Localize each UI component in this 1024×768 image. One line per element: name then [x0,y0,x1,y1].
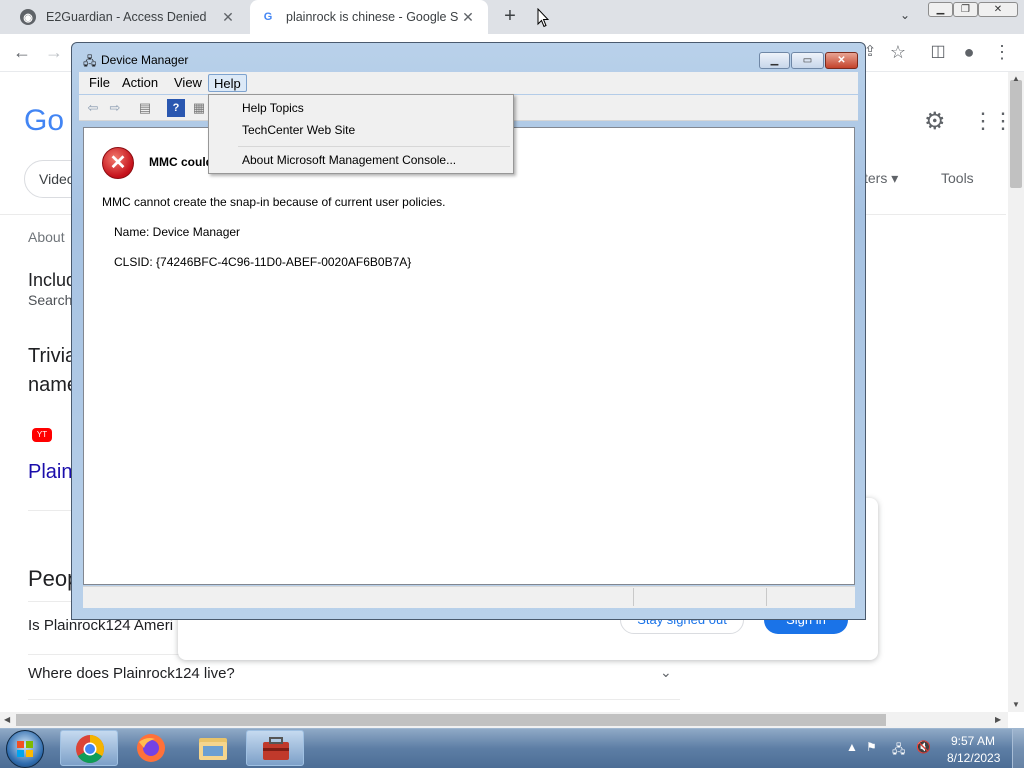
close-tab-icon[interactable]: ✕ [458,9,478,26]
profile-avatar-icon[interactable]: ● [957,40,981,64]
snap-in-clsid: CLSID: {74246BFC-4C96-11D0-ABEF-0020AF6B… [114,255,412,269]
window-title: Device Manager [101,53,189,67]
tab-title: plainrock is chinese - Google Search [286,10,458,24]
horizontal-scroll-thumb[interactable] [16,714,886,726]
snap-in-name: Name: Device Manager [114,225,241,239]
clock-date[interactable]: 8/12/2023 [947,751,1000,765]
tools-button[interactable]: Tools [941,170,974,186]
tab-search-icon[interactable]: ⌄ [895,8,915,28]
start-button[interactable] [6,730,44,768]
action-center-icon[interactable]: ⚑ [866,740,877,754]
status-bar [83,586,855,608]
tab-title: E2Guardian - Access Denied [46,10,207,24]
all-filters-dropdown[interactable]: ters ▾ [864,170,898,187]
windows-logo-icon [17,741,33,757]
menu-item-techcenter[interactable]: TechCenter Web Site [242,123,355,137]
back-arrow-icon[interactable]: ⇦ [84,99,102,117]
chrome-menu-icon[interactable]: ⋮ [990,40,1014,64]
restore-window-button[interactable]: ❐ [953,2,978,17]
back-arrow-icon[interactable]: ← [10,40,34,64]
scroll-down-arrow-icon[interactable]: ▼ [1012,700,1020,709]
settings-gear-icon[interactable]: ⚙ [924,107,946,136]
scroll-up-arrow-icon[interactable]: ▲ [1012,74,1020,83]
error-heading: MMC could [149,155,213,169]
close-tab-icon[interactable]: ✕ [218,9,238,26]
show-hide-tree-icon[interactable]: ▤ [136,99,154,117]
menu-item-help-topics[interactable]: Help Topics [242,101,304,115]
menu-item-about-mmc[interactable]: About Microsoft Management Console... [242,153,456,167]
new-tab-button[interactable]: + [498,5,522,29]
globe-icon: ◉ [20,9,36,25]
dm-minimize-button[interactable]: ▁ [759,52,790,69]
device-manager-icon: 🖧 [83,54,97,68]
including-results-heading: Includ [28,270,77,290]
menu-view[interactable]: View [169,74,207,92]
forward-arrow-icon[interactable]: → [42,40,66,64]
about-results-text: About [28,229,65,245]
network-icon[interactable]: 🖧 [892,740,905,761]
google-icon: G [263,11,273,23]
search-instead-link[interactable]: Search [28,292,72,308]
google-logo[interactable]: Go [24,104,64,138]
error-message: MMC cannot create the snap-in because of… [102,195,446,209]
help-icon[interactable]: ? [167,99,185,117]
taskbar-explorer[interactable] [184,730,242,766]
close-window-button[interactable]: ✕ [978,2,1018,17]
taskbar-mmc[interactable] [246,730,304,766]
question-item[interactable]: Where does Plainrock124 live? [28,665,235,682]
dm-maximize-button[interactable]: ▭ [791,52,824,69]
chevron-down-icon[interactable]: ⌄ [660,664,672,681]
show-desktop-button[interactable] [1012,729,1024,768]
forward-arrow-icon[interactable]: ⇨ [106,99,124,117]
tab-google-search[interactable]: G plainrock is chinese - Google Search ✕ [250,0,488,34]
taskbar-firefox[interactable] [122,730,180,766]
status-divider [633,588,634,606]
firefox-icon [137,734,165,762]
menu-file[interactable]: File [84,74,115,92]
folder-icon [199,738,227,760]
taskbar-chrome[interactable] [60,730,118,766]
scroll-left-arrow-icon[interactable]: ◀ [4,715,10,724]
error-icon: ✕ [102,147,134,179]
result-link[interactable]: Plain [28,461,72,484]
side-panel-icon[interactable]: ◫ [926,40,950,64]
youtube-icon: YT [32,428,52,442]
vertical-scroll-thumb[interactable] [1010,80,1022,188]
chrome-icon [76,735,104,763]
scroll-right-arrow-icon[interactable]: ▶ [995,715,1001,724]
tab-e2guardian[interactable]: ◉ E2Guardian - Access Denied ✕ [10,0,248,34]
bookmark-star-icon[interactable]: ☆ [886,40,910,64]
divider [28,699,680,700]
menu-separator [238,146,510,147]
show-hidden-icons-icon[interactable]: ▲ [846,740,858,754]
divider [28,510,72,511]
console-tree-icon[interactable]: ▦ [190,99,208,117]
dm-close-button[interactable]: ✕ [825,52,858,69]
volume-muted-icon[interactable]: 🔇 [916,740,931,754]
mouse-cursor-icon [537,8,549,28]
menu-help[interactable]: Help [208,74,247,92]
menu-action[interactable]: Action [117,74,163,92]
clock-time[interactable]: 9:57 AM [951,734,995,748]
status-divider [766,588,767,606]
minimize-window-button[interactable]: ▁ [928,2,953,17]
toolbox-icon [263,737,289,760]
